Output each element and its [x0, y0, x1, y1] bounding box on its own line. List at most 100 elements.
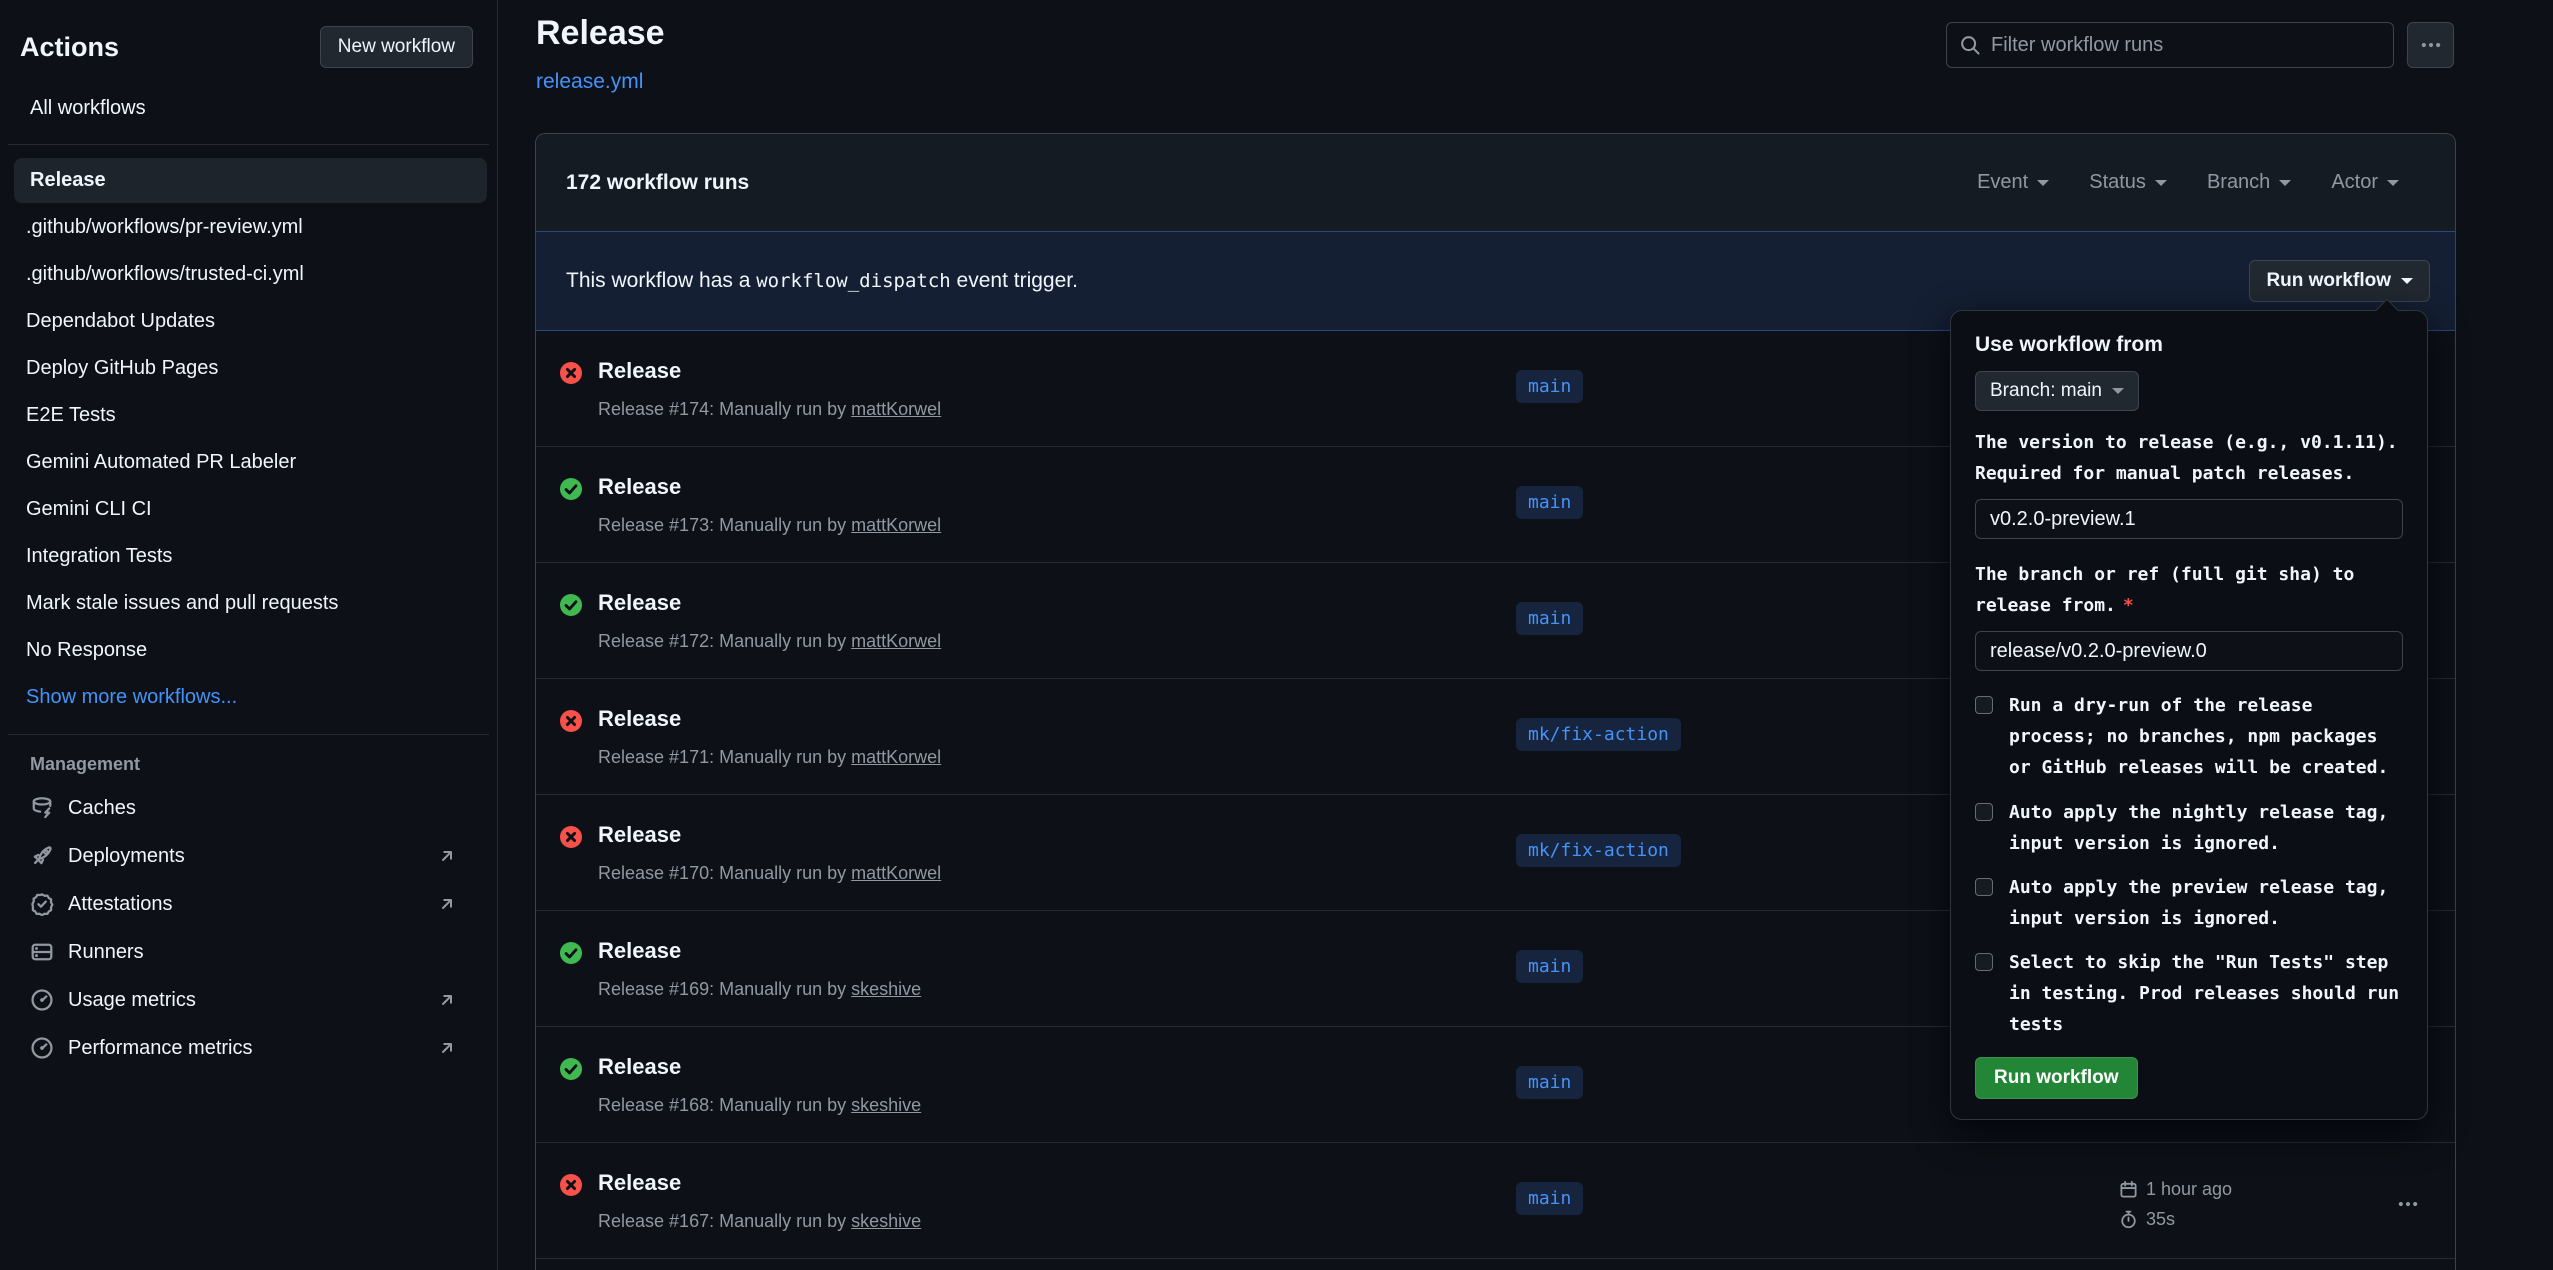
workflow-file-link[interactable]: release.yml	[536, 70, 643, 94]
run-description: Release #167: Manually run by skeshive	[598, 1211, 921, 1232]
branch-badge[interactable]: main	[1516, 1182, 1583, 1215]
workflow-options-button[interactable]	[2407, 22, 2454, 68]
ref-input[interactable]	[1975, 631, 2403, 671]
run-description: Release #171: Manually run by mattKorwel	[598, 747, 941, 768]
run-workflow-dropdown-button[interactable]: Run workflow	[2249, 260, 2430, 302]
actor-link[interactable]: skeshive	[851, 1211, 921, 1231]
run-description: Release #172: Manually run by mattKorwel	[598, 631, 941, 652]
kebab-icon	[2397, 1193, 2419, 1215]
checkbox[interactable]	[1975, 953, 1993, 971]
sidebar-item-dependabot-updates[interactable]: Dependabot Updates	[10, 299, 487, 344]
meter-icon	[30, 988, 54, 1012]
panel-checkbox-row: Auto apply the preview release tag, inpu…	[1975, 872, 2403, 934]
sidebar-item-all-workflows[interactable]: All workflows	[14, 87, 487, 130]
branch-badge[interactable]: main	[1516, 602, 1583, 635]
filter-event[interactable]: Event	[1977, 171, 2049, 194]
sidebar-divider	[8, 734, 489, 735]
version-field-label: The version to release (e.g., v0.1.11). …	[1975, 427, 2403, 489]
checkbox-label: Auto apply the preview release tag, inpu…	[2009, 872, 2403, 934]
branch-selector-button[interactable]: Branch: main	[1975, 371, 2139, 411]
filter-status[interactable]: Status	[2089, 171, 2167, 194]
branch-badge[interactable]: main	[1516, 486, 1583, 519]
external-link-icon	[437, 1038, 457, 1058]
run-description: Release #168: Manually run by skeshive	[598, 1095, 921, 1116]
chevron-down-icon	[2112, 388, 2124, 400]
sidebar-item-no-response[interactable]: No Response	[10, 628, 487, 673]
sidebar-item-deployments[interactable]: Deployments	[0, 832, 497, 880]
search-input[interactable]	[1991, 34, 2381, 57]
sidebar-item-gemini-automated-pr-labeler[interactable]: Gemini Automated PR Labeler	[10, 440, 487, 485]
branch-badge[interactable]: mk/fix-action	[1516, 834, 1681, 867]
branch-badge[interactable]: mk/fix-action	[1516, 718, 1681, 751]
show-more-workflows-link[interactable]: Show more workflows...	[10, 675, 487, 720]
run-options-button[interactable]	[2388, 1190, 2428, 1218]
actor-link[interactable]: mattKorwel	[851, 863, 941, 883]
sidebar-item-gemini-cli-ci[interactable]: Gemini CLI CI	[10, 487, 487, 532]
checkbox[interactable]	[1975, 878, 1993, 896]
actor-link[interactable]: mattKorwel	[851, 747, 941, 767]
required-asterisk: *	[2123, 595, 2134, 616]
actor-link[interactable]: mattKorwel	[851, 631, 941, 651]
checkbox[interactable]	[1975, 803, 1993, 821]
sidebar-item-runners[interactable]: Runners	[0, 928, 497, 976]
filter-actor[interactable]: Actor	[2331, 171, 2399, 194]
branch-badge[interactable]: main	[1516, 1066, 1583, 1099]
sidebar-item-caches[interactable]: Caches	[0, 784, 497, 832]
run-description: Release #173: Manually run by mattKorwel	[598, 515, 941, 536]
sidebar-item-label: Usage metrics	[68, 989, 437, 1012]
chevron-down-icon	[2279, 180, 2291, 192]
chevron-down-icon	[2387, 180, 2399, 192]
panel-checkbox-group: Run a dry-run of the release process; no…	[1975, 690, 2403, 1040]
sidebar-item-integration-tests[interactable]: Integration Tests	[10, 534, 487, 579]
runs-count: 172 workflow runs	[566, 171, 749, 195]
run-title-link[interactable]: Release	[598, 706, 681, 732]
run-title-link[interactable]: Release	[598, 822, 681, 848]
sidebar-item-attestations[interactable]: Attestations	[0, 880, 497, 928]
run-title-link[interactable]: Release	[598, 590, 681, 616]
branch-badge[interactable]: main	[1516, 950, 1583, 983]
checkbox[interactable]	[1975, 696, 1993, 714]
run-time: 1 hour ago	[2146, 1179, 2232, 1200]
new-workflow-button[interactable]: New workflow	[320, 26, 473, 68]
filter-branch[interactable]: Branch	[2207, 171, 2291, 194]
actor-link[interactable]: mattKorwel	[851, 399, 941, 419]
sidebar-item-label: Caches	[68, 797, 457, 820]
stopwatch-icon	[2119, 1210, 2138, 1229]
version-input[interactable]	[1975, 499, 2403, 539]
run-workflow-submit-button[interactable]: Run workflow	[1975, 1057, 2138, 1099]
actor-link[interactable]: skeshive	[851, 1095, 921, 1115]
external-link-icon	[437, 894, 457, 914]
rocket-icon	[30, 844, 54, 868]
filter-runs-search[interactable]	[1946, 22, 2394, 68]
sidebar-item-github-workflows-pr-review-yml[interactable]: .github/workflows/pr-review.yml	[10, 205, 487, 250]
success-check-icon	[560, 594, 582, 616]
failure-x-icon	[560, 1174, 582, 1196]
run-title-link[interactable]: Release	[598, 1054, 681, 1080]
sidebar-item-label: Runners	[68, 941, 457, 964]
run-title-link[interactable]: Release	[598, 358, 681, 384]
banner-text: This workflow has a workflow_dispatch ev…	[566, 269, 1078, 293]
run-description: Release #170: Manually run by mattKorwel	[598, 863, 941, 884]
run-title-link[interactable]: Release	[598, 938, 681, 964]
sidebar-item-mark-stale-issues-and-pull-requests[interactable]: Mark stale issues and pull requests	[10, 581, 487, 626]
run-title-link[interactable]: Release	[598, 1170, 681, 1196]
sidebar-item-github-workflows-trusted-ci-yml[interactable]: .github/workflows/trusted-ci.yml	[10, 252, 487, 297]
sidebar-item-performance-metrics[interactable]: Performance metrics	[0, 1024, 497, 1072]
cache-icon	[30, 796, 54, 820]
workflow-dispatch-code: workflow_dispatch	[756, 270, 950, 292]
run-title-link[interactable]: Release	[598, 474, 681, 500]
checkbox-label: Select to skip the "Run Tests" step in t…	[2009, 947, 2403, 1040]
sidebar-item-e2e-tests[interactable]: E2E Tests	[10, 393, 487, 438]
sidebar-item-usage-metrics[interactable]: Usage metrics	[0, 976, 497, 1024]
ref-field-label: The branch or ref (full git sha) to rele…	[1975, 559, 2403, 621]
actor-link[interactable]: skeshive	[851, 979, 921, 999]
external-link-icon	[437, 846, 457, 866]
branch-badge[interactable]: main	[1516, 370, 1583, 403]
run-duration: 35s	[2146, 1209, 2175, 1230]
actor-link[interactable]: mattKorwel	[851, 515, 941, 535]
failure-x-icon	[560, 362, 582, 384]
sidebar-divider	[8, 144, 489, 145]
sidebar-item-release[interactable]: Release	[14, 158, 487, 203]
sidebar-item-deploy-github-pages[interactable]: Deploy GitHub Pages	[10, 346, 487, 391]
success-check-icon	[560, 942, 582, 964]
